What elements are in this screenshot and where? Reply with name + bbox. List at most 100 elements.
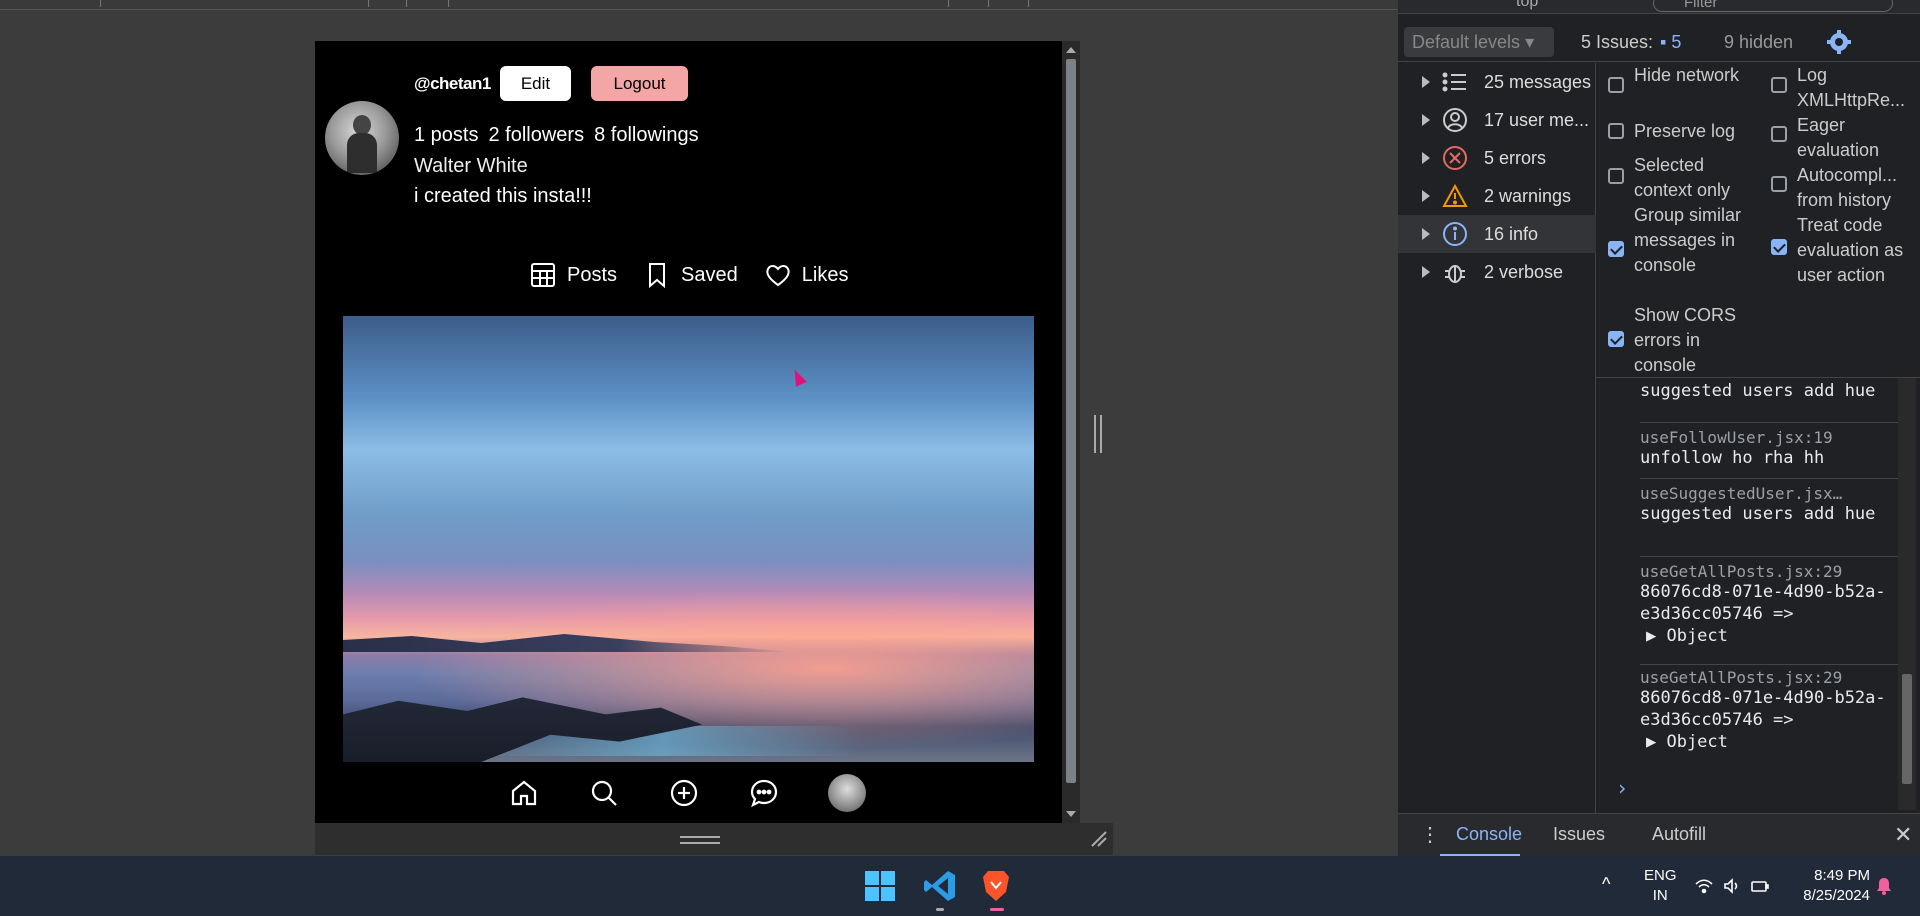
console-message: 86076cd8-071e-4d90-b52a-e3d36cc05746 => [1640, 582, 1886, 624]
issues-count: 5 [1671, 32, 1682, 52]
context-selector[interactable]: top [1516, 0, 1538, 11]
console-source-link[interactable]: useGetAllPosts.jsx:29 [1640, 562, 1900, 581]
group-similar-checkbox[interactable] [1608, 241, 1624, 257]
console-message: suggested users add hue [1640, 381, 1876, 401]
console-message: 86076cd8-071e-4d90-b52a-e3d36cc05746 => [1640, 688, 1886, 730]
brave-browser-icon[interactable] [978, 868, 1014, 904]
sidebar-item-errors[interactable]: 5 errors [1398, 139, 1596, 177]
bookmark-icon [649, 263, 666, 289]
language-indicator[interactable]: ENG IN [1644, 866, 1677, 906]
tab-posts[interactable]: Posts [529, 261, 617, 289]
show-cors-checkbox[interactable] [1608, 331, 1624, 347]
tab-likes[interactable]: Likes [764, 261, 848, 289]
hide-network-checkbox[interactable] [1608, 77, 1624, 93]
notification-bell-icon[interactable] [1874, 876, 1894, 896]
sidebar-item-label: 2 warnings [1484, 185, 1572, 206]
tab-saved[interactable]: Saved [643, 261, 738, 289]
scroll-thumb[interactable] [1066, 59, 1076, 783]
chevron-up-icon[interactable]: ^ [1602, 874, 1610, 895]
battery-icon[interactable] [1750, 876, 1770, 896]
wifi-icon[interactable] [1694, 876, 1714, 896]
clock-time: 8:49 PM [1814, 867, 1870, 884]
windows-start-icon[interactable] [862, 868, 898, 904]
console-source-link[interactable]: useGetAllPosts.jsx:29 [1640, 668, 1900, 687]
heart-icon [766, 265, 790, 287]
sidebar-item-label: 5 errors [1484, 147, 1547, 168]
tab-posts-label: Posts [567, 263, 618, 286]
sidebar-item-warnings[interactable]: 2 warnings [1398, 177, 1596, 215]
profile-tabs: Posts Saved Likes [529, 261, 848, 289]
search-icon[interactable] [588, 777, 620, 809]
drag-handle-icon[interactable] [680, 836, 720, 844]
logout-button[interactable]: Logout [591, 66, 688, 101]
preserve-log-checkbox[interactable] [1608, 123, 1624, 139]
console-output: suggested users add hue useFollowUser.js… [1596, 378, 1920, 810]
issues-label[interactable]: 5 Issues: [1581, 32, 1653, 53]
sidebar-item-label: 16 info [1484, 223, 1539, 244]
sidebar-item-verbose[interactable]: 2 verbose [1398, 253, 1596, 291]
console-scrollbar[interactable] [1898, 378, 1916, 810]
volume-icon[interactable] [1722, 876, 1742, 896]
nav-avatar[interactable] [828, 774, 866, 812]
scroll-down-arrow[interactable] [1066, 811, 1076, 817]
grid-icon [531, 263, 555, 287]
tab-console[interactable]: Console [1456, 824, 1522, 845]
hide-network-label: Hide network [1634, 65, 1740, 85]
object-expander[interactable]: ▶ Object [1640, 625, 1900, 647]
object-expander[interactable]: ▶ Object [1640, 731, 1900, 753]
drawer-tabs: ⋮ Console Issues Autofill ✕ [1398, 813, 1920, 857]
eager-evaluation-checkbox[interactable] [1771, 126, 1787, 142]
console-source-link[interactable]: useSuggestedUser.jsx… [1640, 484, 1900, 503]
followings-count[interactable]: 8 followings [594, 124, 699, 147]
console-entry: useFollowUser.jsx:19 unfollow ho rha hh [1640, 428, 1900, 469]
treat-code-label: Treat code evaluation as user action [1797, 215, 1904, 285]
profile-avatar[interactable] [325, 101, 399, 175]
followers-count[interactable]: 2 followers [488, 124, 584, 147]
home-icon[interactable] [508, 777, 540, 809]
console-filter-input[interactable]: Filter [1653, 0, 1893, 12]
treat-code-checkbox[interactable] [1771, 239, 1787, 255]
tab-issues[interactable]: Issues [1553, 824, 1605, 845]
tab-saved-label: Saved [681, 263, 738, 286]
divider [1640, 664, 1900, 665]
post-image[interactable] [343, 316, 1034, 762]
show-cors-label: Show CORS errors in console [1634, 305, 1737, 375]
vertical-resize-handle[interactable] [1094, 415, 1102, 453]
add-post-icon[interactable] [668, 777, 700, 809]
console-settings: Hide network Preserve log Selected conte… [1596, 63, 1920, 378]
sidebar-item-label: 2 verbose [1484, 261, 1564, 282]
user-icon [1443, 108, 1467, 132]
resize-corner-icon[interactable] [1088, 828, 1108, 848]
divider [1640, 422, 1900, 423]
error-icon [1443, 146, 1467, 170]
console-source-link[interactable]: useFollowUser.jsx:19 [1640, 428, 1900, 447]
sidebar-item-user-messages[interactable]: 17 user me... [1398, 101, 1596, 139]
edit-profile-button[interactable]: Edit [500, 66, 571, 101]
autocomplete-checkbox[interactable] [1771, 176, 1787, 192]
close-icon[interactable]: ✕ [1894, 822, 1912, 848]
messages-icon[interactable] [748, 777, 780, 809]
tab-autofill[interactable]: Autofill [1652, 824, 1706, 845]
clock[interactable]: 8:49 PM 8/25/2024 [1790, 866, 1870, 906]
more-options-icon[interactable]: ⋮ [1420, 822, 1440, 847]
selected-context-checkbox[interactable] [1608, 168, 1624, 184]
sidebar-item-label: 17 user me... [1484, 109, 1590, 130]
sidebar-item-info[interactable]: 16 info [1398, 215, 1596, 253]
scroll-up-arrow[interactable] [1066, 47, 1076, 53]
log-xhr-checkbox[interactable] [1771, 77, 1787, 93]
console-scroll-thumb[interactable] [1902, 674, 1912, 784]
gear-icon[interactable] [1825, 28, 1853, 56]
console-entry: useGetAllPosts.jsx:29 86076cd8-071e-4d90… [1640, 668, 1900, 753]
vscode-icon[interactable] [922, 868, 958, 904]
log-levels-dropdown[interactable]: Default levels ▾ [1404, 27, 1554, 57]
sidebar-item-messages[interactable]: 25 messages [1398, 63, 1596, 101]
warning-icon [1442, 183, 1468, 207]
profile-bio: i created this insta!!! [414, 185, 592, 207]
device-scrollbar[interactable] [1062, 41, 1080, 823]
console-entry: useSuggestedUser.jsx… suggested users ad… [1640, 484, 1900, 525]
issues-count-badge[interactable]: ▪ 5 [1660, 32, 1681, 53]
console-message: suggested users add hue [1640, 504, 1876, 524]
autocomplete-label: Autocompl... from history [1797, 165, 1898, 210]
bug-icon [1445, 265, 1465, 283]
console-prompt-input[interactable]: › [1616, 776, 1628, 800]
